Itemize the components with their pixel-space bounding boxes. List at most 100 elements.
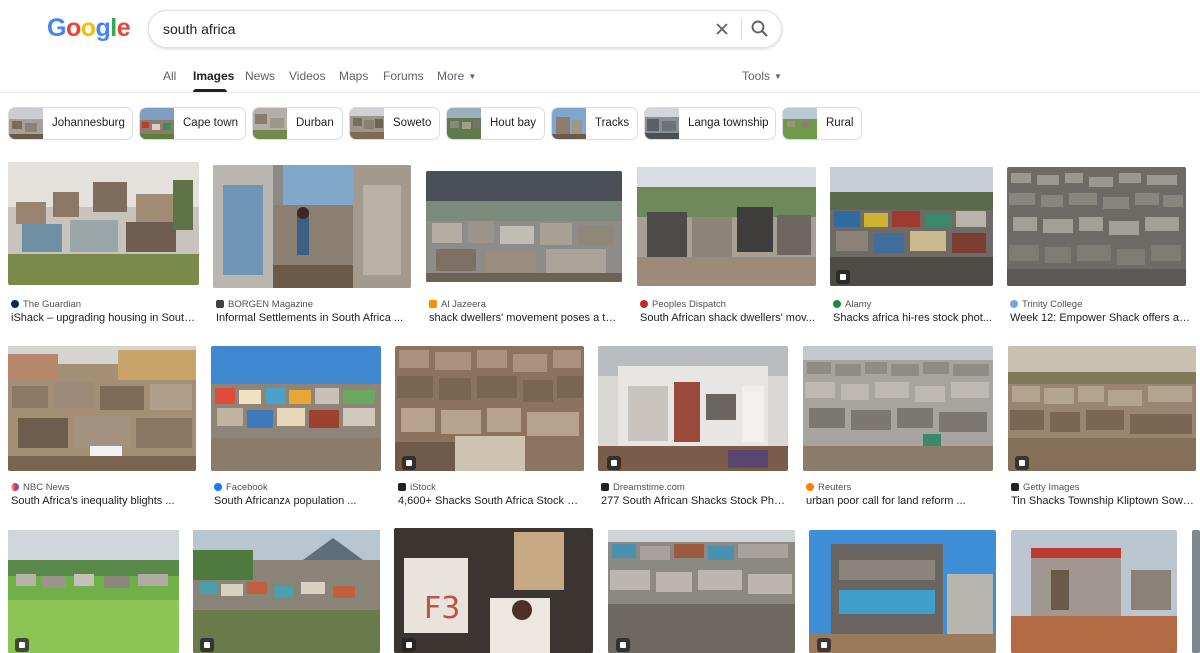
image-badge-icon [402,456,416,470]
source-name: NBC News [23,482,70,493]
image-badge-icon [402,638,416,652]
result-thumbnail [8,162,199,285]
image-result[interactable]: Reuters urban poor call for land reform … [803,346,995,510]
close-icon [716,23,728,35]
source-name: Getty Images [1023,482,1080,493]
result-title[interactable]: Week 12: Empower Shack offers a ... [1010,312,1190,324]
tab-all[interactable]: All [163,69,176,83]
result-title[interactable]: Tin Shacks Township Kliptown Sowe... [1011,495,1196,507]
result-thumbnail [809,530,996,653]
google-logo[interactable]: Google [47,14,131,43]
search-tabs: All Images News Videos Maps Forums More ▼… [0,62,1200,92]
search-divider [741,18,742,40]
image-result[interactable] [809,530,997,653]
tools-label: Tools [742,69,771,83]
source-name: Dreamstime.com [613,482,685,493]
image-result[interactable] [1192,530,1200,653]
result-title[interactable]: South Africanᴢᴀ population ... [214,495,381,507]
tab-videos[interactable]: Videos [289,69,325,83]
chip-langa-township[interactable]: Langa township [644,107,776,140]
clear-search-button[interactable] [712,19,732,39]
result-title[interactable]: Informal Settlements in South Africa ... [216,312,410,324]
caret-down-icon: ▼ [468,72,477,81]
chip-thumbnail [552,108,586,139]
image-result[interactable]: Dreamstime.com 277 South African Shacks … [598,346,790,510]
result-source: Reuters [806,482,851,493]
result-title[interactable]: South African shack dwellers' mov... [640,312,816,324]
image-badge-icon [616,638,630,652]
result-thumbnail [637,167,816,286]
result-source: NBC News [11,482,69,493]
image-result[interactable]: NBC News South Africa's inequality bligh… [8,346,198,510]
caret-down-icon: ▼ [774,72,782,81]
result-source: Al Jazeera [429,299,486,310]
source-name: Facebook [226,482,268,493]
result-title[interactable]: 4,600+ Shacks South Africa Stock Ph... [398,495,584,507]
tab-forums[interactable]: Forums [383,69,424,83]
result-thumbnail [8,530,179,653]
tab-maps[interactable]: Maps [339,69,368,83]
tab-more[interactable]: More ▼ [437,69,476,83]
result-source: BORGEN Magazine [216,299,313,310]
tab-images[interactable]: Images [193,69,234,83]
chip-cape-town[interactable]: Cape town [139,107,246,140]
image-badge-icon [15,638,29,652]
image-result[interactable]: The Guardian iShack – upgrading housing … [8,162,200,328]
source-name: iStock [410,482,436,493]
image-result[interactable]: F3 [394,528,594,653]
peoples-dispatch-favicon [640,300,648,308]
result-thumbnail [1008,346,1196,471]
result-thumbnail [598,346,788,471]
chip-label: Langa township [688,117,769,129]
image-result[interactable]: Facebook South Africanᴢᴀ population ... [211,346,382,510]
result-thumbnail [213,165,411,288]
tools-button[interactable]: Tools ▼ [742,69,782,83]
image-result[interactable]: BORGEN Magazine Informal Settlements in … [213,165,413,328]
source-name: Peoples Dispatch [652,299,726,310]
result-source: The Guardian [11,299,81,310]
chip-thumbnail [783,108,817,139]
chip-rural[interactable]: Rural [782,107,862,140]
image-result[interactable] [193,530,381,653]
image-result[interactable] [1011,530,1179,653]
dreamstime-favicon [601,483,609,491]
chip-thumbnail [350,108,384,139]
chip-label: Tracks [595,117,630,129]
result-title[interactable]: Shacks africa hi-res stock phot... [833,312,993,324]
chip-thumbnail [9,108,43,139]
source-name: The Guardian [23,299,82,310]
chip-tracks[interactable]: Tracks [551,107,638,140]
image-badge-icon [817,638,831,652]
getty-images-favicon [1011,483,1019,491]
image-result[interactable] [8,530,180,653]
result-title[interactable]: 277 South African Shacks Stock Phot... [601,495,790,507]
image-result[interactable]: iStock 4,600+ Shacks South Africa Stock … [395,346,585,510]
image-result[interactable]: Peoples Dispatch South African shack dwe… [637,167,817,328]
image-result[interactable]: Getty Images Tin Shacks Township Kliptow… [1008,346,1198,510]
result-source: Alamy [833,299,871,310]
result-title[interactable]: iShack – upgrading housing in South ... [11,312,199,324]
tab-news[interactable]: News [245,69,275,83]
result-title[interactable]: shack dwellers' movement poses a thr... [429,312,621,324]
source-name: Trinity College [1022,299,1083,310]
chip-johannesburg[interactable]: Johannesburg [8,107,133,140]
chip-soweto[interactable]: Soweto [349,107,440,140]
result-thumbnail [1192,530,1200,653]
result-source: Peoples Dispatch [640,299,726,310]
search-input[interactable] [163,18,683,40]
search-icon [751,20,768,37]
chip-durban[interactable]: Durban [252,107,343,140]
image-result[interactable]: Trinity College Week 12: Empower Shack o… [1007,167,1194,328]
image-result[interactable]: Alamy Shacks africa hi-res stock phot... [830,167,994,328]
result-thumbnail [8,346,196,471]
result-source: Dreamstime.com [601,482,685,493]
result-source: Facebook [214,482,268,493]
image-result[interactable] [608,530,796,653]
search-button[interactable] [749,18,771,40]
tab-more-label: More [437,69,465,83]
chip-hout-bay[interactable]: Hout bay [446,107,545,140]
image-result[interactable]: Al Jazeera shack dwellers' movement pose… [426,171,624,328]
result-title[interactable]: South Africa's inequality blights ... [11,495,196,507]
result-title[interactable]: urban poor call for land reform ... [806,495,995,507]
source-name: Alamy [845,299,872,310]
